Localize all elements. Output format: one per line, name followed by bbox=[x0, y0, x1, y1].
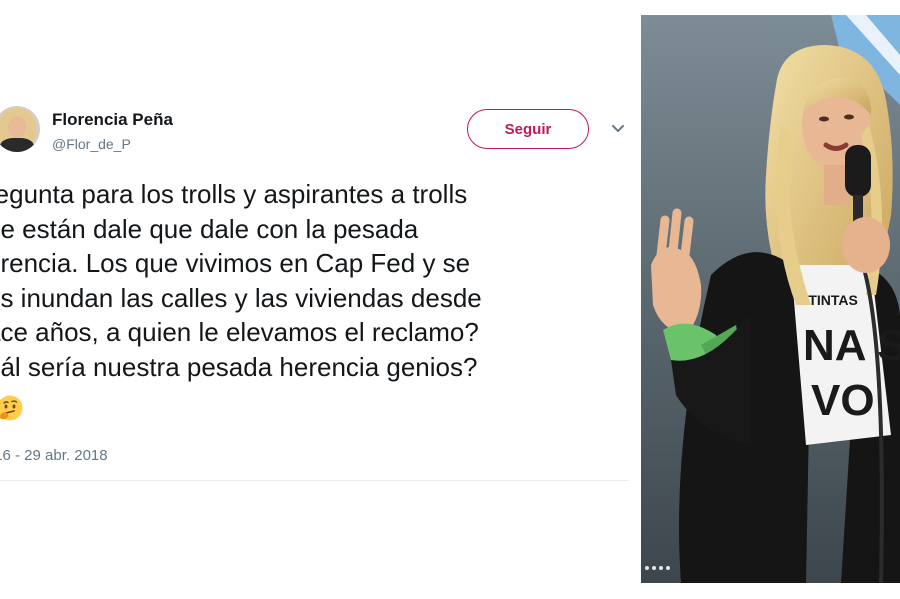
carousel-dot[interactable] bbox=[666, 566, 670, 570]
tweet-text-line: os inundan las calles y las viviendas de… bbox=[0, 282, 482, 313]
follow-button[interactable]: Seguir bbox=[467, 109, 589, 149]
tweet-card: Florencia Peña @Flor_de_P Seguir regunta… bbox=[0, 0, 630, 599]
avatar[interactable] bbox=[0, 106, 40, 152]
chevron-down-icon[interactable] bbox=[611, 124, 625, 134]
tweet-text-line: uál sería nuestra pesada herencia genios… bbox=[0, 351, 478, 382]
carousel-dot[interactable] bbox=[645, 566, 649, 570]
avatar-face bbox=[8, 116, 26, 138]
avatar-body bbox=[0, 138, 34, 152]
tweet-text: regunta para los trolls y aspirantes a t… bbox=[0, 177, 626, 385]
woman-with-microphone-photo: STINTAS NA SO VO bbox=[641, 15, 900, 583]
shirt-text-2: NA SO bbox=[803, 321, 900, 370]
tweet-text-line: erencia. Los que vivimos en Cap Fed y se bbox=[0, 248, 471, 279]
tweet-text-line: ue están dale que dale con la pesada bbox=[0, 213, 419, 244]
thinking-face-icon bbox=[0, 395, 23, 421]
carousel-dot[interactable] bbox=[652, 566, 656, 570]
photo-panel[interactable]: STINTAS NA SO VO bbox=[641, 15, 900, 583]
carousel-dot[interactable] bbox=[659, 566, 663, 570]
carousel-dots[interactable] bbox=[645, 566, 670, 570]
tweet-text-line: ace años, a quien le elevamos el reclamo… bbox=[0, 317, 479, 348]
author-name[interactable]: Florencia Peña bbox=[52, 110, 173, 130]
author-handle[interactable]: @Flor_de_P bbox=[52, 136, 131, 152]
divider bbox=[0, 480, 628, 481]
tweet-text-line: regunta para los trolls y aspirantes a t… bbox=[0, 179, 468, 209]
tweet-timestamp[interactable]: :16 - 29 abr. 2018 bbox=[0, 447, 108, 464]
shirt-text-3: VO bbox=[811, 376, 875, 425]
